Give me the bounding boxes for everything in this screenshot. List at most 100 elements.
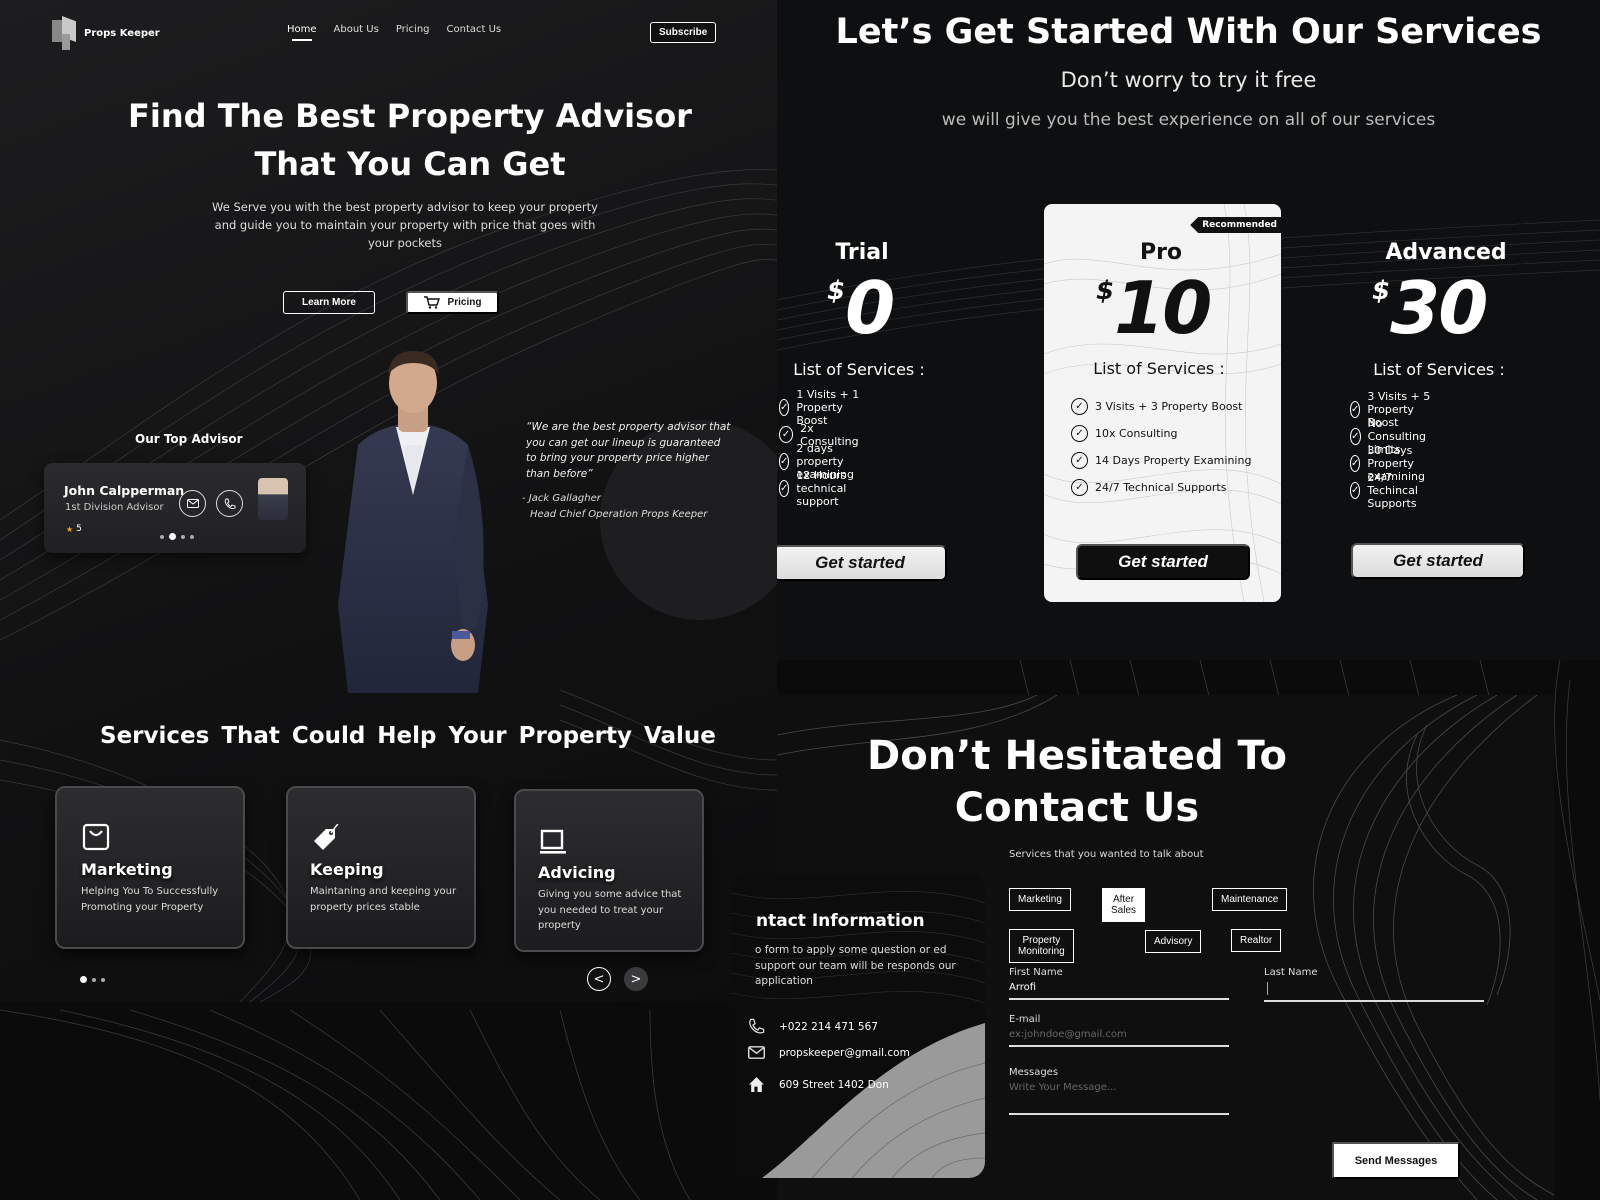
call-advisor-button[interactable]: [216, 490, 243, 517]
advisor-role: 1st Division Advisor: [65, 502, 164, 513]
trial-get-started-button[interactable]: Get started: [777, 545, 947, 581]
feature-item: ✓ 24/7 Technical Supports: [1071, 474, 1251, 501]
main-nav: Home About Us Pricing Contact Us: [287, 24, 502, 41]
plan-list-title: List of Services :: [1093, 359, 1225, 378]
landing-panel: Props Keeper Home About Us Pricing Conta…: [0, 0, 777, 1002]
check-icon: ✓: [779, 453, 790, 470]
testimonial-quote: “We are the best property advisor that y…: [526, 421, 731, 480]
email-input[interactable]: ex:johndoe@gmail.com: [1009, 1029, 1229, 1040]
price-tag-icon: [314, 824, 339, 850]
plan-price: $30: [1372, 266, 1488, 350]
services-title: Services That Could Help Your Property V…: [100, 723, 716, 749]
last-name-field[interactable]: Last Name: [1264, 967, 1484, 1002]
pro-get-started-button[interactable]: Get started: [1076, 544, 1250, 580]
mail-icon: [748, 1046, 765, 1059]
plan-price: $10: [1096, 266, 1212, 350]
check-icon: ✓: [1350, 401, 1361, 418]
contact-info-text: o form to apply some question or ed supp…: [755, 944, 956, 987]
feature-item: ✓ 12 Hours technical support: [779, 469, 847, 508]
service-card-title: Advicing: [538, 863, 616, 882]
contact-address[interactable]: 609 Street 1402 Don: [748, 1076, 889, 1093]
email-field[interactable]: E-mail ex:johndoe@gmail.com: [1009, 1014, 1229, 1047]
service-card-desc: Helping You To Successfully Promoting yo…: [81, 886, 219, 913]
service-card-title: Marketing: [81, 860, 173, 879]
advisor-portrait-image: [338, 351, 488, 693]
hero-title: Find The Best Property Advisor That You …: [128, 97, 692, 183]
service-card-desc: Maintaning and keeping your property pri…: [310, 886, 457, 913]
plan-features: ✓ 1 Visits + 1 Property Boost ✓ 2x Consult…: [779, 388, 861, 508]
services-next-button[interactable]: >: [624, 967, 648, 991]
brand-logo[interactable]: Props Keeper: [52, 16, 160, 50]
nav-contact-us[interactable]: Contact Us: [447, 24, 502, 35]
plan-name: Pro: [1139, 240, 1183, 265]
pricing-description: we will give you the best experience on …: [941, 110, 1436, 130]
chevron-left-icon: <: [593, 971, 605, 987]
star-icon: ★: [66, 524, 74, 534]
plan-list-title: List of Services :: [1373, 360, 1505, 379]
check-icon: ✓: [1071, 479, 1088, 496]
check-icon: ✓: [1350, 455, 1361, 472]
check-icon: ✓: [1071, 398, 1088, 415]
chip-maintenance[interactable]: Maintenance: [1212, 888, 1288, 911]
subscribe-button[interactable]: Subscribe: [650, 22, 717, 43]
services-carousel-dots[interactable]: [80, 976, 105, 983]
last-name-input[interactable]: [1267, 982, 1484, 995]
contact-info-title: ntact Information: [756, 911, 925, 931]
plan-features: ✓ 3 Visits + 5 Property Boost ✓ No Consult…: [1350, 390, 1432, 510]
nav-pricing[interactable]: Pricing: [396, 24, 430, 35]
email-advisor-button[interactable]: [179, 490, 206, 517]
chip-advisory[interactable]: Advisory: [1145, 930, 1202, 953]
pricing-button-label: Pricing: [447, 297, 482, 308]
service-card-marketing[interactable]: Marketing Helping You To Successfully Pr…: [55, 786, 245, 949]
send-messages-button[interactable]: Send Messages: [1332, 1142, 1460, 1179]
mail-icon: [186, 499, 199, 508]
chevron-right-icon: >: [630, 971, 642, 987]
chip-after-sales[interactable]: After Sales: [1102, 888, 1146, 922]
check-icon: ✓: [1071, 425, 1088, 442]
learn-more-button[interactable]: Learn More: [283, 291, 375, 314]
plan-features: ✓ 3 Visits + 3 Property Boost ✓ 10x Consul…: [1071, 393, 1251, 501]
contact-email[interactable]: propskeeper@gmail.com: [748, 1046, 910, 1059]
chip-realtor[interactable]: Realtor: [1231, 929, 1282, 952]
feature-item: ✓ 14 Days Property Examining: [1071, 447, 1251, 474]
advisor-carousel-dots[interactable]: [160, 533, 194, 540]
check-icon: ✓: [1350, 482, 1361, 499]
first-name-label: First Name: [1009, 967, 1063, 978]
first-name-field[interactable]: First Name Arrofi: [1009, 967, 1229, 1000]
pricing-button[interactable]: Pricing: [406, 291, 499, 314]
contact-title: Don’t Hesitated To Contact Us: [867, 733, 1287, 831]
advisor-avatar: [258, 478, 288, 520]
phone-icon: [224, 498, 235, 509]
messages-label: Messages: [1009, 1067, 1059, 1078]
feature-item: ✓ 24/7 Techincal Supports: [1350, 471, 1418, 510]
plan-list-title: List of Services :: [793, 360, 925, 379]
service-card-keeping[interactable]: Keeping Maintaning and keeping your prop…: [286, 786, 476, 949]
recommended-badge: Recommended: [1190, 217, 1281, 233]
check-icon: ✓: [779, 399, 790, 416]
feature-item: ✓ 3 Visits + 3 Property Boost: [1071, 393, 1251, 420]
home-icon: [749, 1077, 764, 1092]
plan-price: $0: [827, 266, 895, 350]
chip-marketing[interactable]: Marketing: [1009, 888, 1071, 911]
nav-about-us[interactable]: About Us: [334, 24, 379, 35]
advisor-name: John Calpperman: [64, 483, 185, 498]
service-card-advicing[interactable]: Advicing Giving you some advice that you…: [514, 789, 704, 952]
services-prev-button[interactable]: <: [587, 967, 611, 991]
cart-icon: [423, 296, 440, 309]
last-name-label: Last Name: [1264, 967, 1318, 978]
services-question: Services that you wanted to talk about: [1009, 849, 1204, 860]
nav-home[interactable]: Home: [287, 24, 317, 41]
laptop-icon: [540, 829, 566, 854]
contact-info-card: ntact Information o form to apply some q…: [732, 873, 985, 1178]
contact-phone[interactable]: +022 214 471 567: [748, 1018, 878, 1035]
plan-name: Trial: [835, 240, 889, 265]
chip-property-monitoring[interactable]: Property Monitoring: [1009, 929, 1074, 963]
messages-input[interactable]: Write Your Message...: [1009, 1082, 1229, 1093]
check-icon: ✓: [779, 426, 794, 443]
pricing-subtitle: Don’t worry to try it free: [1060, 68, 1317, 92]
advanced-get-started-button[interactable]: Get started: [1351, 543, 1525, 579]
first-name-input[interactable]: Arrofi: [1009, 982, 1229, 993]
messages-field[interactable]: Messages Write Your Message...: [1009, 1067, 1229, 1115]
advisor-card[interactable]: John Calpperman 1st Division Advisor ★ 5: [44, 463, 306, 553]
email-label: E-mail: [1009, 1014, 1041, 1025]
